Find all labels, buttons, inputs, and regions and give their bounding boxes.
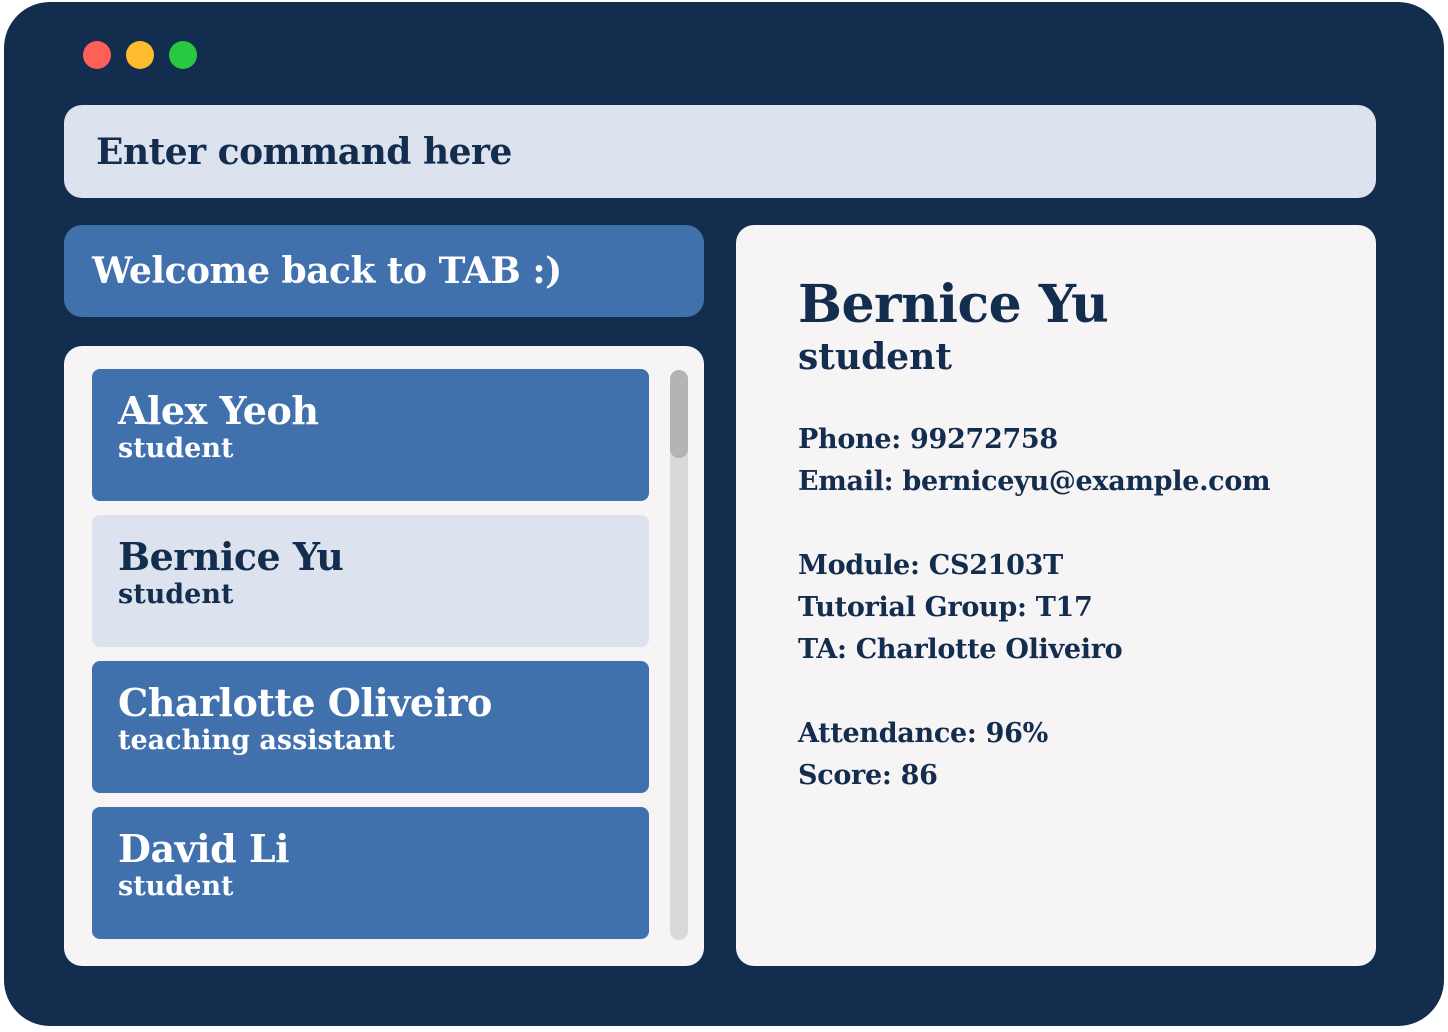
list-item-name: David Li	[118, 826, 290, 871]
list-item-name: Bernice Yu	[118, 534, 344, 579]
close-button[interactable]	[83, 41, 111, 69]
detail-module: Module: CS2103T	[798, 550, 1063, 581]
list-item-role: student	[118, 871, 234, 902]
welcome-banner: Welcome back to TAB :)	[64, 225, 704, 317]
list-item[interactable]: David Li student	[92, 807, 649, 939]
detail-score: Score: 86	[798, 760, 938, 791]
detail-role: student	[798, 336, 952, 378]
detail-tutorial-group: Tutorial Group: T17	[798, 592, 1093, 623]
detail-phone: Phone: 99272758	[798, 424, 1058, 455]
person-detail-panel: Bernice Yu student Phone: 99272758 Email…	[736, 225, 1376, 966]
list-item-name: Alex Yeoh	[118, 388, 319, 433]
list-item-role: teaching assistant	[118, 725, 395, 756]
detail-name: Bernice Yu	[798, 274, 1109, 335]
detail-ta: TA: Charlotte Oliveiro	[798, 634, 1123, 665]
app-window: Welcome back to TAB :) Alex Yeoh student…	[4, 2, 1444, 1026]
command-input[interactable]	[94, 129, 1376, 174]
list-item-role: student	[118, 579, 234, 610]
list-item-name: Charlotte Oliveiro	[118, 680, 492, 725]
detail-email: Email: berniceyu@example.com	[798, 466, 1271, 497]
list-item-role: student	[118, 433, 234, 464]
module-group: Module: CS2103T Tutorial Group: T17 TA: …	[798, 545, 1376, 671]
scrollbar[interactable]	[670, 370, 688, 940]
list-item-selected[interactable]: Bernice Yu student	[92, 515, 649, 647]
detail-attendance: Attendance: 96%	[798, 718, 1048, 749]
person-list-panel: Alex Yeoh student Bernice Yu student Cha…	[64, 346, 704, 966]
performance-group: Attendance: 96% Score: 86	[798, 713, 1376, 797]
contact-group: Phone: 99272758 Email: berniceyu@example…	[798, 419, 1376, 503]
minimize-button[interactable]	[126, 41, 154, 69]
scrollbar-thumb[interactable]	[670, 370, 688, 458]
maximize-button[interactable]	[169, 41, 197, 69]
list-item[interactable]: Alex Yeoh student	[92, 369, 649, 501]
command-box[interactable]	[64, 105, 1376, 198]
welcome-text: Welcome back to TAB :)	[92, 250, 562, 292]
list-item[interactable]: Charlotte Oliveiro teaching assistant	[92, 661, 649, 793]
